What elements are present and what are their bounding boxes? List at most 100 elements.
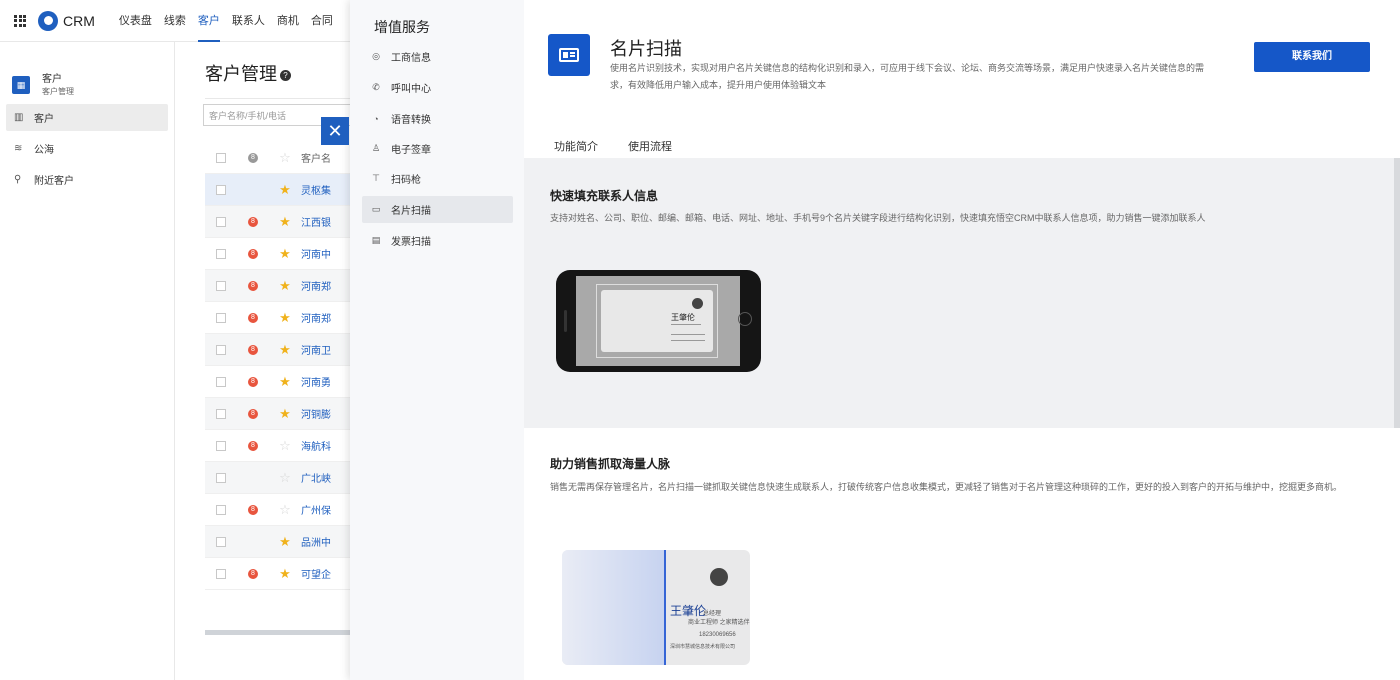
status-badge: 8 <box>248 312 258 323</box>
table-row[interactable]: ★ 灵枢集 <box>205 174 350 206</box>
table-row[interactable]: ☆ 广北峡 <box>205 462 350 494</box>
row-checkbox[interactable] <box>216 312 226 323</box>
contact-us-button[interactable]: 联系我们 <box>1254 42 1370 72</box>
star-icon[interactable]: ★ <box>269 342 301 358</box>
row-checkbox[interactable] <box>216 536 226 547</box>
customer-name-link[interactable]: 江西银 <box>301 214 350 229</box>
close-icon[interactable]: ✕ <box>321 117 349 145</box>
sidebar-item-public-pool[interactable]: ≋ 公海 <box>6 135 168 162</box>
invoice-icon: ▤ <box>371 235 381 245</box>
sidebar-title: 客户 <box>42 73 62 85</box>
tab-workflow[interactable]: 使用流程 <box>628 138 672 160</box>
nav-item-contacts[interactable]: 联系人 <box>232 0 265 42</box>
customer-name-link[interactable]: 河南卫 <box>301 342 350 357</box>
customer-name-link[interactable]: 广州保 <box>301 502 350 517</box>
table-row[interactable]: 8 ★ 河南郑 <box>205 270 350 302</box>
customer-name-link[interactable]: 品洲中 <box>301 534 350 549</box>
customer-name-link[interactable]: 河南郑 <box>301 310 350 325</box>
customer-module-icon: ▦ <box>12 76 30 94</box>
scanner-icon: ⊤ <box>372 173 380 183</box>
customer-name-link[interactable]: 河铜膨 <box>301 406 350 421</box>
star-icon[interactable]: ★ <box>269 310 301 326</box>
status-badge: 8 <box>248 216 258 227</box>
status-badge: 8 <box>248 504 258 515</box>
nav-item-dashboard[interactable]: 仪表盘 <box>119 0 152 42</box>
star-icon[interactable]: ★ <box>269 214 301 230</box>
row-checkbox[interactable] <box>216 344 226 355</box>
section-title: 助力销售抓取海量人脉 <box>550 457 671 471</box>
row-checkbox[interactable] <box>216 568 226 579</box>
customer-name-link[interactable]: 海航科 <box>301 438 350 453</box>
divider <box>205 98 350 99</box>
select-all-checkbox[interactable] <box>216 152 226 163</box>
vertical-scrollbar[interactable] <box>1394 158 1400 428</box>
nav-item-contracts[interactable]: 合同 <box>311 0 333 42</box>
sidebar-item-nearby[interactable]: ⚲ 附近客户 <box>6 166 168 193</box>
star-icon[interactable]: ☆ <box>269 470 301 486</box>
star-icon[interactable]: ★ <box>269 406 301 422</box>
service-item-voice[interactable]: ◔ 语音转换 <box>362 105 513 132</box>
apps-grid-icon[interactable] <box>14 14 26 27</box>
star-icon[interactable]: ★ <box>269 374 301 390</box>
row-checkbox[interactable] <box>216 376 226 387</box>
tab-features[interactable]: 功能简介 <box>554 138 598 160</box>
nav-item-customers[interactable]: 客户 <box>197 0 220 42</box>
table-row[interactable]: 8 ☆ 海航科 <box>205 430 350 462</box>
table-row[interactable]: 8 ★ 河铜膨 <box>205 398 350 430</box>
star-icon[interactable]: ☆ <box>269 438 301 454</box>
status-badge: 8 <box>248 568 258 579</box>
service-item-scanner[interactable]: ⊤ 扫码枪 <box>362 165 513 192</box>
row-checkbox[interactable] <box>216 440 226 451</box>
service-item-e-signature[interactable]: ♙ 电子签章 <box>362 135 513 162</box>
nav-item-leads[interactable]: 线索 <box>164 0 186 42</box>
detail-tabs: 功能简介 使用流程 <box>554 138 702 160</box>
table-row[interactable]: 8 ★ 江西银 <box>205 206 350 238</box>
help-icon[interactable]: ? <box>280 70 291 81</box>
table-row[interactable]: 8 ★ 河南中 <box>205 238 350 270</box>
building-icon: ▥ <box>14 112 24 123</box>
phone-icon: ✆ <box>372 82 380 92</box>
status-column-icon: 8 <box>248 152 258 163</box>
section-description: 支持对姓名、公司、职位、邮编、邮箱、电话、网址、地址、手机号9个名片关键字段进行… <box>550 213 1206 223</box>
customer-name-link[interactable]: 河南勇 <box>301 374 350 389</box>
row-checkbox[interactable] <box>216 408 226 419</box>
customer-name-link[interactable]: 河南郑 <box>301 278 350 293</box>
star-icon[interactable]: ★ <box>269 278 301 294</box>
service-item-invoice-scan[interactable]: ▤ 发票扫描 <box>362 227 513 254</box>
row-checkbox[interactable] <box>216 280 226 291</box>
stamp-icon: ♙ <box>371 143 381 153</box>
service-item-card-scan[interactable]: ▭ 名片扫描 <box>362 196 513 223</box>
card-icon: ▭ <box>371 204 381 214</box>
nav-item-opportunities[interactable]: 商机 <box>277 0 299 42</box>
customer-name-link[interactable]: 河南中 <box>301 246 350 261</box>
star-icon[interactable]: ★ <box>269 182 301 198</box>
star-icon[interactable]: ☆ <box>269 502 301 518</box>
table-row[interactable]: 8 ★ 可望企 <box>205 558 350 590</box>
customer-name-link[interactable]: 灵枢集 <box>301 182 350 197</box>
service-item-call-center[interactable]: ✆ 呼叫中心 <box>362 74 513 101</box>
sidebar-item-customers[interactable]: ▥ 客户 <box>6 104 168 131</box>
star-icon[interactable]: ★ <box>269 534 301 550</box>
star-icon[interactable]: ★ <box>269 246 301 262</box>
table-row[interactable]: 8 ★ 河南卫 <box>205 334 350 366</box>
customer-name-link[interactable]: 广北峡 <box>301 470 350 485</box>
status-badge: 8 <box>248 408 258 419</box>
table-row[interactable]: 8 ☆ 广州保 <box>205 494 350 526</box>
service-detail: 名片扫描 使用名片识别技术，实现对用户名片关键信息的结构化识别和录入，可应用于线… <box>524 0 1400 680</box>
table-row[interactable]: 8 ★ 河南勇 <box>205 366 350 398</box>
horizontal-scrollbar[interactable] <box>205 630 350 635</box>
service-description: 使用名片识别技术，实现对用户名片关键信息的结构化识别和录入，可应用于线下会议、论… <box>610 63 1205 90</box>
service-item-business-info[interactable]: ◎ 工商信息 <box>362 43 513 70</box>
star-icon[interactable]: ★ <box>269 566 301 582</box>
card-name: 王肇伦 <box>671 313 695 322</box>
table-header: 8 ☆ 客户名 <box>205 142 350 174</box>
row-checkbox[interactable] <box>216 504 226 515</box>
row-checkbox[interactable] <box>216 248 226 259</box>
table-row[interactable]: ★ 品洲中 <box>205 526 350 558</box>
row-checkbox[interactable] <box>216 216 226 227</box>
star-column-icon: ☆ <box>279 149 291 165</box>
customer-name-link[interactable]: 可望企 <box>301 566 350 581</box>
row-checkbox[interactable] <box>216 184 226 195</box>
row-checkbox[interactable] <box>216 472 226 483</box>
table-row[interactable]: 8 ★ 河南郑 <box>205 302 350 334</box>
